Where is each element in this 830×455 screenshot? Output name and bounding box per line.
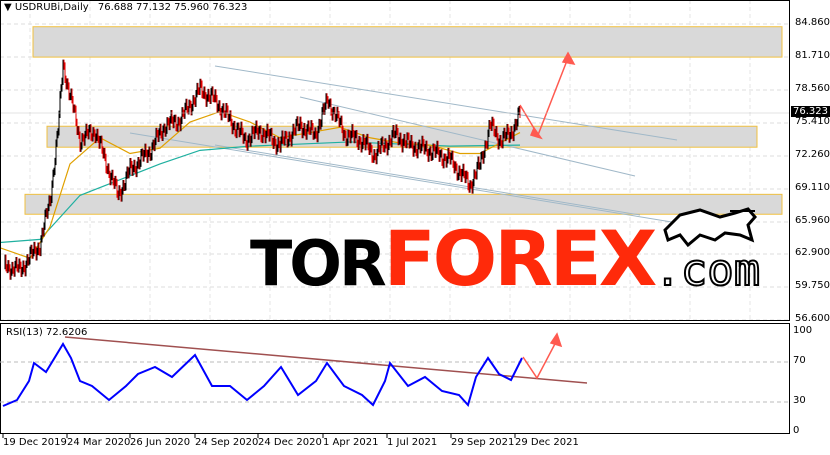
price-zone xyxy=(32,26,783,58)
rsi-axis-label: 70 xyxy=(793,355,806,366)
price-axis-label: 81.710 xyxy=(795,49,830,61)
bull-icon xyxy=(663,207,757,248)
rsi-panel-frame xyxy=(0,323,790,434)
date-axis-label: 24 Mar 2020 xyxy=(67,437,131,448)
ohlc-values: 76.688 77.132 75.960 76.323 xyxy=(97,2,248,13)
price-axis-label: 59.750 xyxy=(795,280,830,292)
rsi-axis-label: 0 xyxy=(793,425,800,436)
price-axis-label: 78.560 xyxy=(795,82,830,94)
date-axis-label: 26 Jun 2020 xyxy=(130,437,191,448)
date-axis-label: 29 Sep 2021 xyxy=(451,437,515,448)
date-axis-label: 1 Apr 2021 xyxy=(323,437,379,448)
price-axis-label: 56.600 xyxy=(795,313,830,325)
date-axis-label: 29 Dec 2021 xyxy=(515,437,579,448)
symbol-label: USDRUBi,Daily xyxy=(14,2,89,13)
dropdown-triangle-icon[interactable]: ▼ xyxy=(4,2,12,13)
chart-header[interactable]: ▼ USDRUBi,Daily 76.688 77.132 75.960 76.… xyxy=(4,2,247,13)
rsi-trend-line xyxy=(64,336,588,384)
forecast-arrow xyxy=(519,51,576,140)
logo-tor: TOR xyxy=(250,227,387,300)
support-resistance-zones xyxy=(24,26,783,215)
price-axis-label: 65.960 xyxy=(795,214,830,226)
date-axis-label: 1 Jul 2021 xyxy=(387,437,438,448)
rsi-line xyxy=(2,342,523,408)
date-axis-label: 24 Sep 2020 xyxy=(195,437,259,448)
logo-forex: FOREX xyxy=(383,214,658,303)
rsi-axis-label: 30 xyxy=(793,395,806,406)
date-axis-label: 24 Dec 2020 xyxy=(258,437,322,448)
price-axis-label: 84.860 xyxy=(795,17,830,28)
price-axis-label: 72.260 xyxy=(795,148,830,160)
price-axis-label: 75.410 xyxy=(795,115,830,127)
price-axis-label: 62.900 xyxy=(795,247,830,259)
rsi-axis-label: 100 xyxy=(793,325,813,336)
date-axis-label: 19 Dec 2019 xyxy=(3,437,67,448)
price-axis-label: 69.110 xyxy=(795,181,830,193)
rsi-forecast-arrow xyxy=(522,332,563,380)
rsi-label: RSI(13) 72.6206 xyxy=(6,327,88,338)
